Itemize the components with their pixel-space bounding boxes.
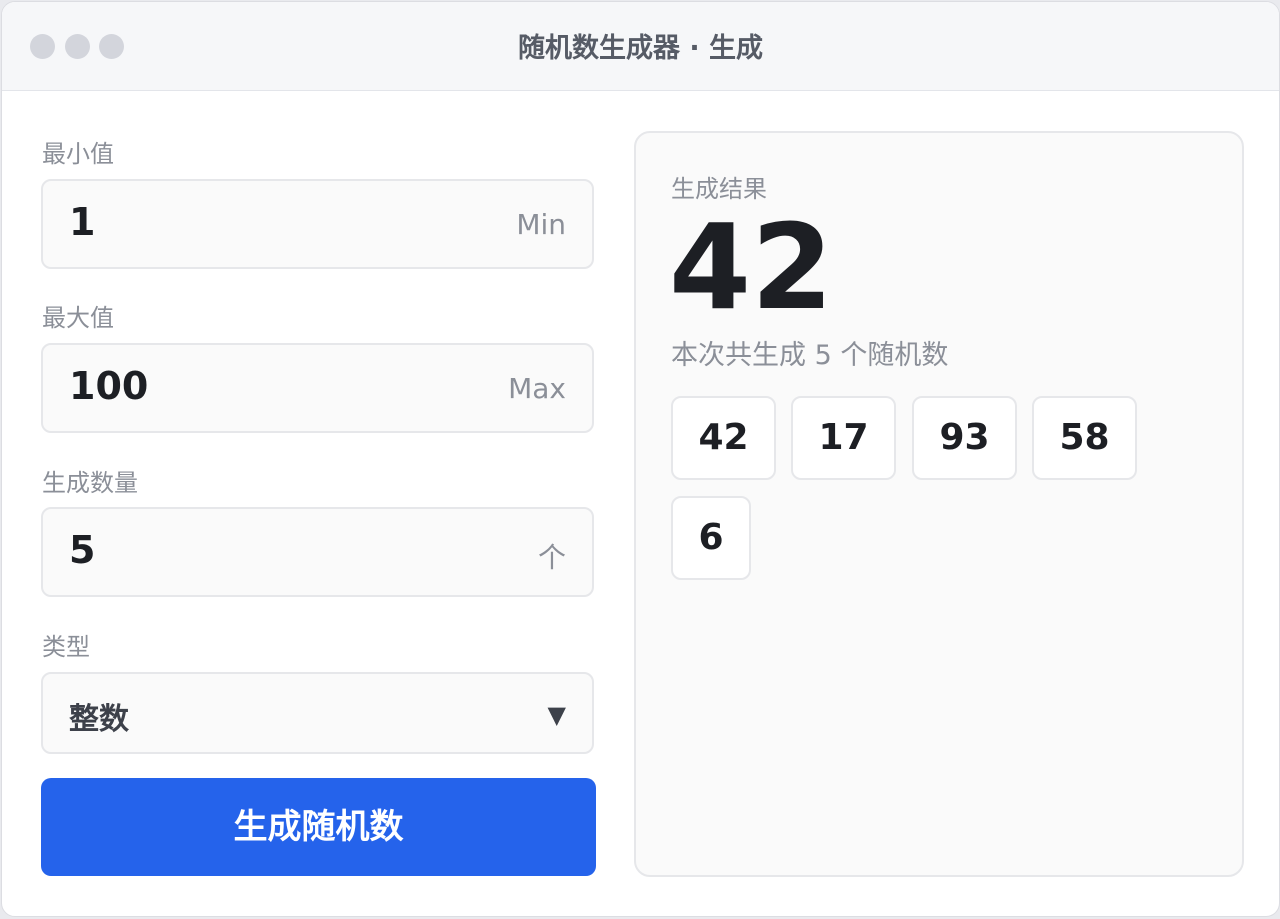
result-chip: 58 xyxy=(1032,396,1137,480)
count-input[interactable]: 5 个 xyxy=(41,507,594,597)
result-panel: 生成结果 42 本次共生成 5 个随机数 42 17 93 58 6 xyxy=(634,131,1244,877)
count-suffix: 个 xyxy=(537,541,566,574)
result-chip: 6 xyxy=(671,496,751,580)
max-value: 100 xyxy=(69,364,149,408)
type-label: 类型 xyxy=(42,633,90,661)
max-suffix: Max xyxy=(508,372,566,405)
chevron-down-icon: ▼ xyxy=(547,701,566,729)
result-chip: 93 xyxy=(912,396,1017,480)
title-bar: 随机数生成器 · 生成 xyxy=(2,2,1279,91)
min-input[interactable]: 1 Min xyxy=(41,179,594,269)
type-select[interactable]: 整数 ▼ xyxy=(41,672,594,754)
app-window: 随机数生成器 · 生成 最小值 1 Min 最大值 100 Max 生成数量 5… xyxy=(1,1,1280,917)
min-value: 1 xyxy=(69,200,96,244)
result-main-value: 42 xyxy=(669,198,834,336)
result-chip: 17 xyxy=(791,396,896,480)
min-suffix: Min xyxy=(516,208,566,241)
max-input[interactable]: 100 Max xyxy=(41,343,594,433)
count-label: 生成数量 xyxy=(42,469,138,497)
result-chip: 42 xyxy=(671,396,776,480)
window-title: 随机数生成器 · 生成 xyxy=(517,33,764,64)
result-summary: 本次共生成 5 个随机数 xyxy=(671,340,949,371)
max-label: 最大值 xyxy=(42,304,114,332)
generate-button[interactable]: 生成随机数 xyxy=(41,778,596,876)
type-value: 整数 xyxy=(69,702,129,737)
count-value: 5 xyxy=(69,528,96,572)
min-label: 最小值 xyxy=(42,140,114,168)
